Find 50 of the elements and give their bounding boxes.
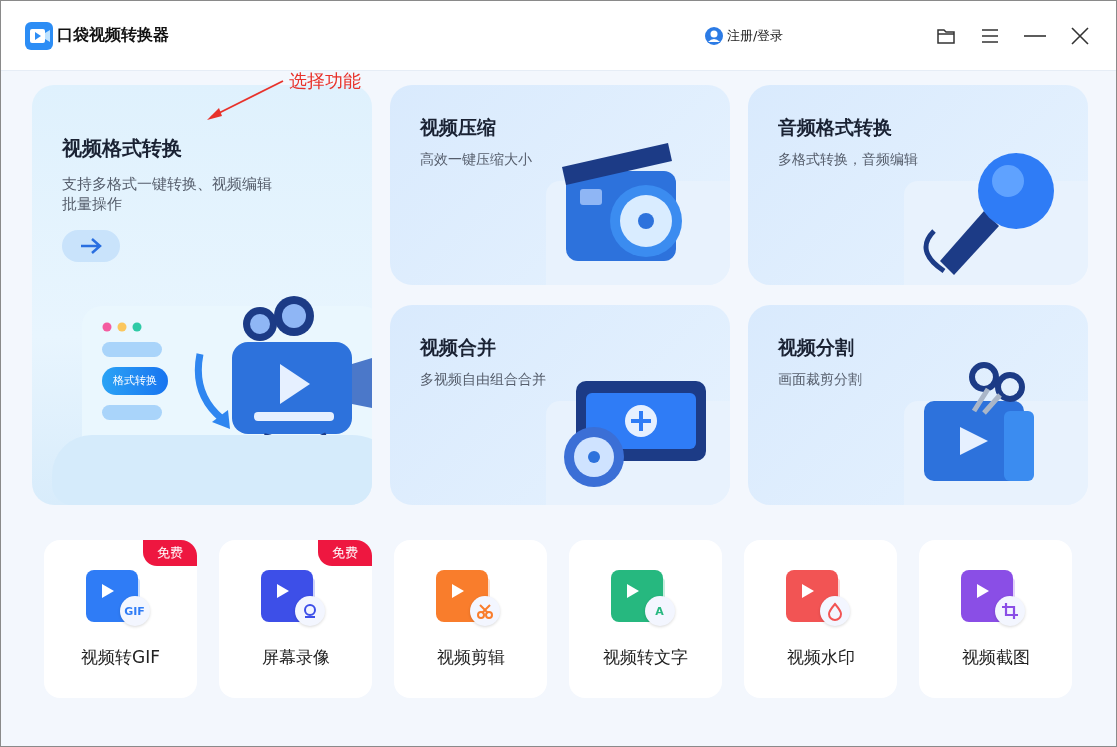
card-description: 多格式转换，音频编辑: [778, 151, 919, 169]
tool-label: 视频水印: [786, 646, 855, 669]
card-title: 音频格式转换: [778, 115, 893, 140]
card-title: 视频合并: [420, 335, 497, 360]
tool-card[interactable]: 免费 屏幕录像: [219, 540, 372, 698]
play-icon: [625, 583, 640, 599]
feature-card[interactable]: 视频压缩 高效一键压缩大小: [390, 85, 730, 285]
card-description: 多视频自由组合合并: [420, 371, 547, 389]
tool-card[interactable]: 视频截图: [919, 540, 1072, 698]
free-badge: 免费: [318, 540, 372, 566]
icon-label: GIF: [124, 604, 145, 618]
format-pill: 格式转换: [102, 366, 168, 395]
app-title: 口袋视频转换器: [57, 25, 169, 46]
close-icon: [1070, 25, 1090, 46]
card-title: 视频压缩: [420, 115, 497, 140]
tool-card[interactable]: 免费 GIF 视频转GIF: [44, 540, 197, 698]
close-button[interactable]: [1070, 25, 1090, 46]
tool-card[interactable]: 视频剪辑: [394, 540, 547, 698]
free-badge: 免费: [143, 540, 197, 566]
feature-card[interactable]: 音频格式转换 多格式转换，音频编辑: [748, 85, 1088, 285]
tool-label: 屏幕录像: [261, 646, 330, 669]
minimize-button[interactable]: [1024, 33, 1046, 38]
card-description: 支持多格式一键转换、视频编辑: [62, 174, 273, 194]
icon-label: A: [655, 604, 664, 618]
play-icon: [275, 583, 290, 599]
tool-label: 视频剪辑: [436, 646, 505, 669]
tool-card[interactable]: 视频水印: [744, 540, 897, 698]
card-description: 批量操作: [62, 194, 123, 214]
play-icon: [100, 583, 115, 599]
play-icon: [975, 583, 990, 599]
minimize-icon: [1024, 33, 1046, 38]
tool-label: 视频转文字: [603, 646, 688, 669]
card-title: 视频格式转换: [62, 135, 183, 162]
arrow-button[interactable]: [62, 230, 120, 262]
card-description: 画面裁剪分割: [778, 371, 863, 389]
tool-card[interactable]: A 视频转文字: [569, 540, 722, 698]
arrow-right-icon: [80, 237, 102, 254]
feature-card[interactable]: 视频合并 多视频自由组合合并: [390, 305, 730, 505]
play-icon: [800, 583, 815, 599]
logo-icon: [25, 21, 53, 50]
tool-label: 视频截图: [961, 646, 1030, 669]
tool-label: 视频转GIF: [81, 646, 160, 669]
user-avatar-icon: [705, 26, 723, 45]
menu-bar-shape: [102, 341, 162, 357]
account-link[interactable]: 注册/登录: [705, 26, 784, 45]
feature-card[interactable]: 视频分割 画面裁剪分割: [748, 305, 1088, 505]
play-icon: [450, 583, 465, 599]
menu-bar-shape: [102, 404, 162, 420]
card-description: 高效一键压缩大小: [420, 151, 533, 169]
card-title: 视频分割: [778, 335, 855, 360]
